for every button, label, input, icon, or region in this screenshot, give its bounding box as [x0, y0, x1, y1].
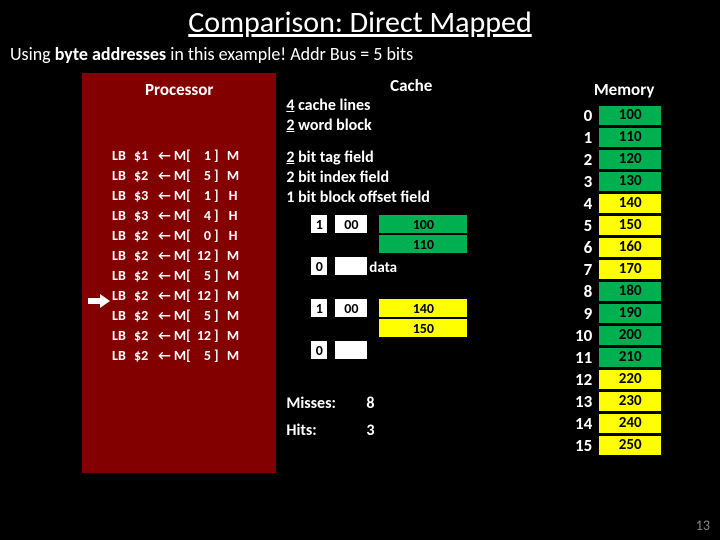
processor-header: Processor [82, 73, 276, 146]
instruction-row: LB$2← M[5]M [112, 166, 276, 186]
cache-line: 100140150 [310, 298, 536, 338]
hits-label: Hits: [286, 421, 366, 440]
memory-row: 9190 [568, 302, 712, 324]
cache-stats: Misses:8 Hits:3 [286, 394, 536, 440]
memory-row: 1110 [568, 126, 712, 148]
memory-row: 11210 [568, 346, 712, 368]
instruction-row: LB$2← M[12]M [112, 326, 276, 346]
misses-value: 8 [366, 394, 374, 413]
instruction-row: LB$3← M[4]H [112, 206, 276, 226]
instruction-table: LB$1← M[1]MLB$2← M[5]MLB$3← M[1]HLB$3← M… [82, 146, 276, 366]
memory-row: 7170 [568, 258, 712, 280]
cache-table: 10010011001001401500 [310, 214, 536, 380]
current-instruction-pointer-icon [88, 294, 112, 308]
memory-header: Memory [536, 73, 712, 104]
memory-panel: Memory 010011102120313041405150616071708… [536, 73, 712, 473]
processor-panel: Processor LB$1← M[1]MLB$2← M[5]MLB$3← M[… [82, 73, 276, 473]
instruction-row: LB$2← M[5]M [112, 306, 276, 326]
subtitle-bold: byte addresses [55, 43, 166, 65]
memory-row: 3130 [568, 170, 712, 192]
cache-tagdata-header: tag data [346, 259, 397, 277]
subtitle-suffix: in this example! Addr Bus = 5 bits [166, 43, 413, 65]
cache-line: 0 [310, 340, 536, 380]
cache-panel: Cache 4 cache lines 2 word block 2 bit t… [276, 73, 536, 473]
instruction-row: LB$1← M[1]M [112, 146, 276, 166]
cache-lines-info: 4 cache lines [286, 96, 536, 116]
memory-row: 15250 [568, 434, 712, 456]
cache-line: 100100110 [310, 214, 536, 254]
subtitle-prefix: Using [10, 43, 55, 65]
cache-header: Cache [286, 73, 536, 96]
cache-field-info: 2 bit tag field 2 bit index field 1 bit … [286, 148, 536, 208]
memory-row: 5150 [568, 214, 712, 236]
instruction-row: LB$2← M[12]M [112, 286, 276, 306]
memory-row: 13230 [568, 390, 712, 412]
instruction-row: LB$2← M[12]M [112, 246, 276, 266]
memory-row: 2120 [568, 148, 712, 170]
memory-row: 6160 [568, 236, 712, 258]
slide-number: 13 [696, 517, 710, 534]
memory-row: 8180 [568, 280, 712, 302]
memory-row: 14240 [568, 412, 712, 434]
instruction-row: LB$2← M[5]M [112, 266, 276, 286]
memory-row: 4140 [568, 192, 712, 214]
instruction-row: LB$2← M[5]M [112, 346, 276, 366]
memory-row: 12220 [568, 368, 712, 390]
page-subtitle: Using byte addresses in this example! Ad… [0, 41, 720, 73]
memory-table: 0100111021203130414051506160717081809190… [536, 104, 712, 456]
memory-row: 10200 [568, 324, 712, 346]
page-title: Comparison: Direct Mapped [0, 0, 720, 41]
instruction-row: LB$3← M[1]H [112, 186, 276, 206]
memory-row: 0100 [568, 104, 712, 126]
cache-line: 0 [310, 256, 536, 296]
instruction-row: LB$2← M[0]H [112, 226, 276, 246]
hits-value: 3 [366, 421, 374, 440]
misses-label: Misses: [286, 394, 366, 413]
cache-block-info: 2 word block [286, 116, 536, 136]
